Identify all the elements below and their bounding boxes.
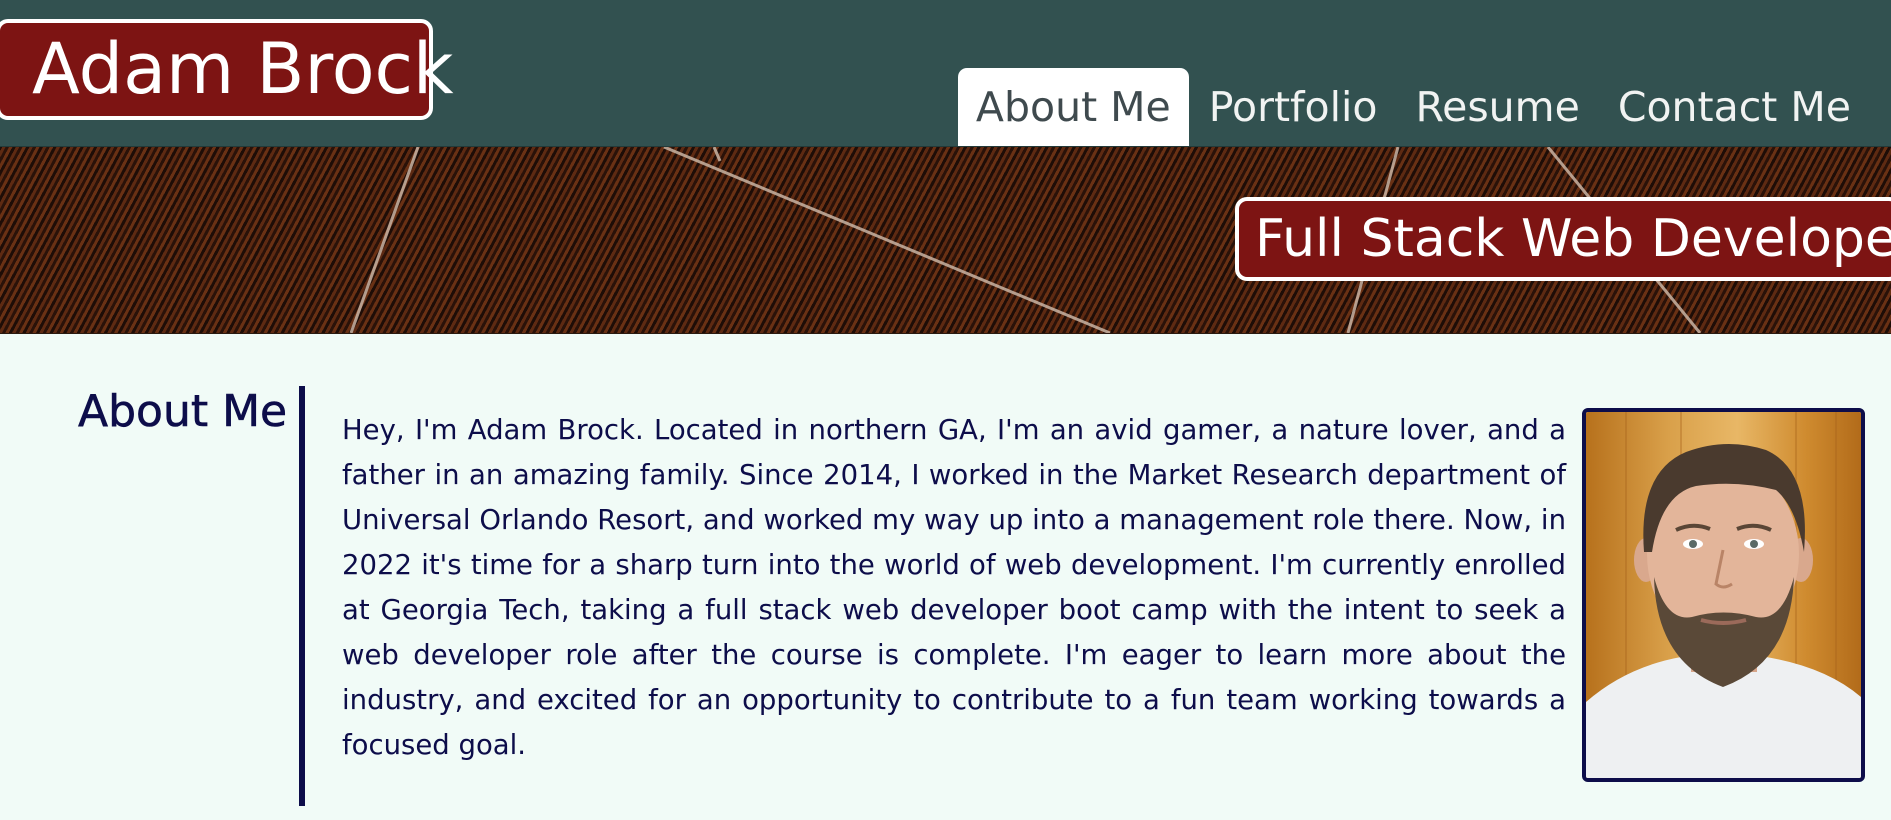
nav-resume[interactable]: Resume <box>1397 68 1597 146</box>
site-header: Adam Brock About Me Portfolio Resume Con… <box>0 0 1891 147</box>
site-brand[interactable]: Adam Brock <box>0 19 454 120</box>
about-section: About Me Hey, I'm Adam Brock. Located in… <box>0 334 1891 820</box>
vertical-divider <box>299 386 305 806</box>
page: Adam Brock About Me Portfolio Resume Con… <box>0 0 1891 820</box>
hero-banner: Full Stack Web Developer <box>0 147 1891 334</box>
profile-photo <box>1582 408 1865 782</box>
main-nav: About Me Portfolio Resume Contact Me <box>956 68 1891 146</box>
tagline-badge: Full Stack Web Developer <box>1235 197 1891 281</box>
section-heading: About Me <box>78 386 288 438</box>
nav-portfolio[interactable]: Portfolio <box>1191 68 1396 146</box>
nav-about-me[interactable]: About Me <box>957 68 1189 146</box>
about-paragraph: Hey, I'm Adam Brock. Located in northern… <box>342 414 1566 761</box>
nav-contact-me[interactable]: Contact Me <box>1600 68 1869 146</box>
